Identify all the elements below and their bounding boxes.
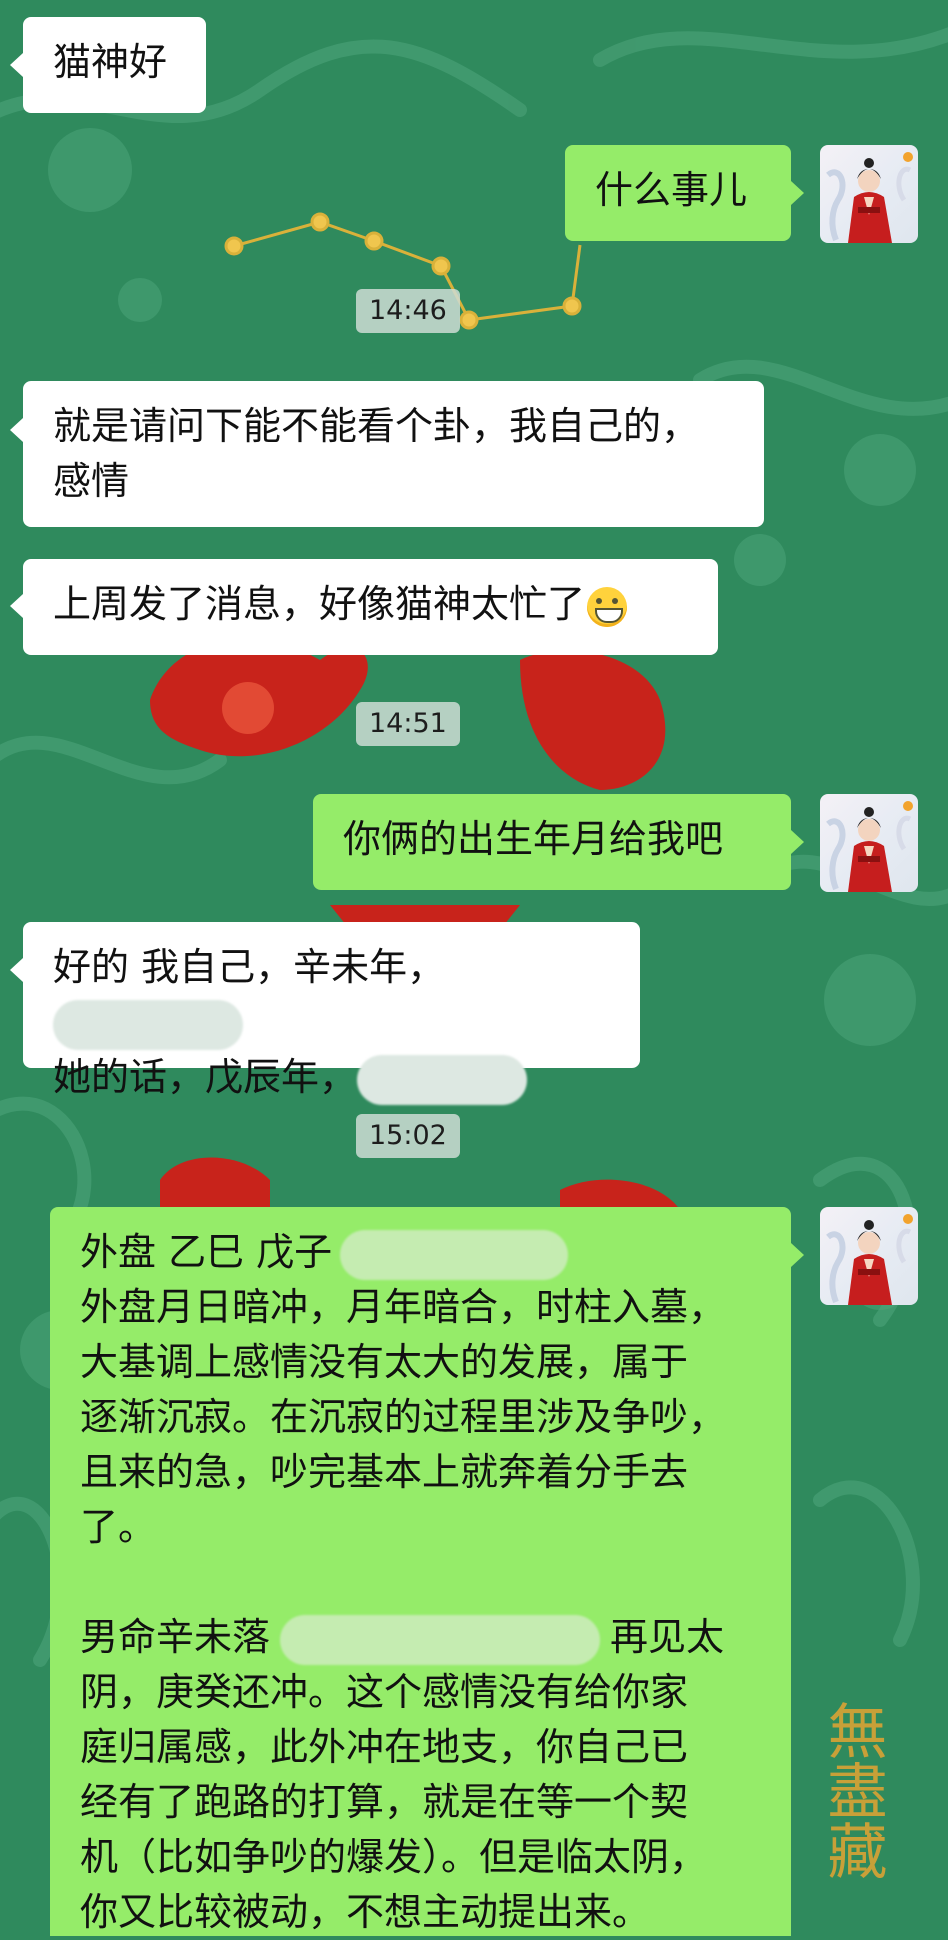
- redacted-region: [357, 1054, 528, 1105]
- message-text: 了。: [80, 1505, 157, 1549]
- redacted-region: [280, 1614, 601, 1665]
- bubble-tail: [791, 830, 804, 854]
- bubble-tail: [10, 53, 23, 77]
- message-text-line: 好的 我自己，辛未年，: [53, 940, 610, 1050]
- message-text: 上周发了消息，好像猫神太忙了: [53, 582, 586, 626]
- message-text: 逐渐沉寂。在沉寂的过程里涉及争吵，: [80, 1395, 727, 1439]
- message-text-line: 上周发了消息，好像猫神太忙了: [53, 577, 688, 632]
- message-text: 你俩的出生年月给我吧: [343, 817, 724, 861]
- message-text: 外盘月日暗冲，月年暗合，时柱入墓，: [80, 1285, 727, 1329]
- message-bubble[interactable]: 猫神好: [23, 17, 206, 113]
- message-bubble[interactable]: 上周发了消息，好像猫神太忙了: [23, 559, 718, 655]
- message-text: 庭归属感，此外冲在地支，你自己已: [80, 1725, 689, 1769]
- message-text-line: 她的话，戊辰年，: [53, 1050, 610, 1105]
- bubble-tail: [791, 1243, 804, 1267]
- message-text-line: 外盘 乙巳 戊子: [80, 1225, 761, 1280]
- message-text: 机（比如争吵的爆发）。但是临太阴，: [80, 1835, 708, 1879]
- avatar[interactable]: [820, 145, 918, 243]
- grinning-face-icon: [587, 586, 628, 627]
- message-text: 你又比较被动，不想主动提出来。: [80, 1890, 651, 1934]
- bubble-tail: [10, 418, 23, 442]
- bubble-tail: [791, 181, 804, 205]
- redacted-region: [340, 1229, 569, 1280]
- message-text: 且来的急，吵完基本上就奔着分手去: [80, 1450, 689, 1494]
- redacted-region: [53, 999, 243, 1050]
- woman-in-red-robe-avatar-icon: [826, 1214, 913, 1305]
- message-text: 阴，庚癸还冲。这个感情没有给你家: [80, 1670, 689, 1714]
- timestamp: 14:46: [356, 289, 460, 333]
- timestamp: 14:51: [356, 702, 460, 746]
- message-text: 感情: [53, 459, 130, 503]
- message-text: 好的 我自己，辛未年，: [53, 945, 446, 989]
- message-text: 大基调上感情没有太大的发展，属于: [80, 1340, 689, 1384]
- message-text: 男命辛未落: [80, 1615, 271, 1659]
- message-bubble[interactable]: 就是请问下能不能看个卦，我自己的， 感情: [23, 381, 764, 527]
- message-bubble[interactable]: 好的 我自己，辛未年， 她的话，戊辰年，: [23, 922, 640, 1105]
- message-text-line: 男命辛未落 再见太: [80, 1610, 761, 1665]
- avatar[interactable]: [820, 1207, 918, 1305]
- timestamp: 15:02: [356, 1114, 460, 1158]
- message-bubble[interactable]: 你俩的出生年月给我吧: [313, 794, 791, 890]
- bubble-tail: [10, 958, 23, 982]
- bubble-tail: [10, 594, 23, 618]
- message-text: 经有了跑路的打算，就是在等一个契: [80, 1780, 689, 1824]
- message-bubble[interactable]: 外盘 乙巳 戊子 外盘月日暗冲，月年暗合，时柱入墓， 大基调上感情没有太大的发展…: [50, 1207, 791, 1936]
- message-text: 什么事儿: [595, 168, 748, 212]
- message-bubble[interactable]: 什么事儿: [565, 145, 791, 241]
- message-text: 外盘 乙巳 戊子: [80, 1230, 333, 1274]
- message-text: 就是请问下能不能看个卦，我自己的，: [53, 404, 700, 448]
- avatar[interactable]: [820, 794, 918, 892]
- message-text: 她的话，戊辰年，: [53, 1055, 358, 1099]
- message-text: 再见太: [610, 1615, 725, 1659]
- message-text: 猫神好: [53, 40, 168, 84]
- watermark-text: 無盡藏: [817, 1700, 887, 1880]
- woman-in-red-robe-avatar-icon: [826, 801, 913, 892]
- woman-in-red-robe-avatar-icon: [826, 152, 913, 243]
